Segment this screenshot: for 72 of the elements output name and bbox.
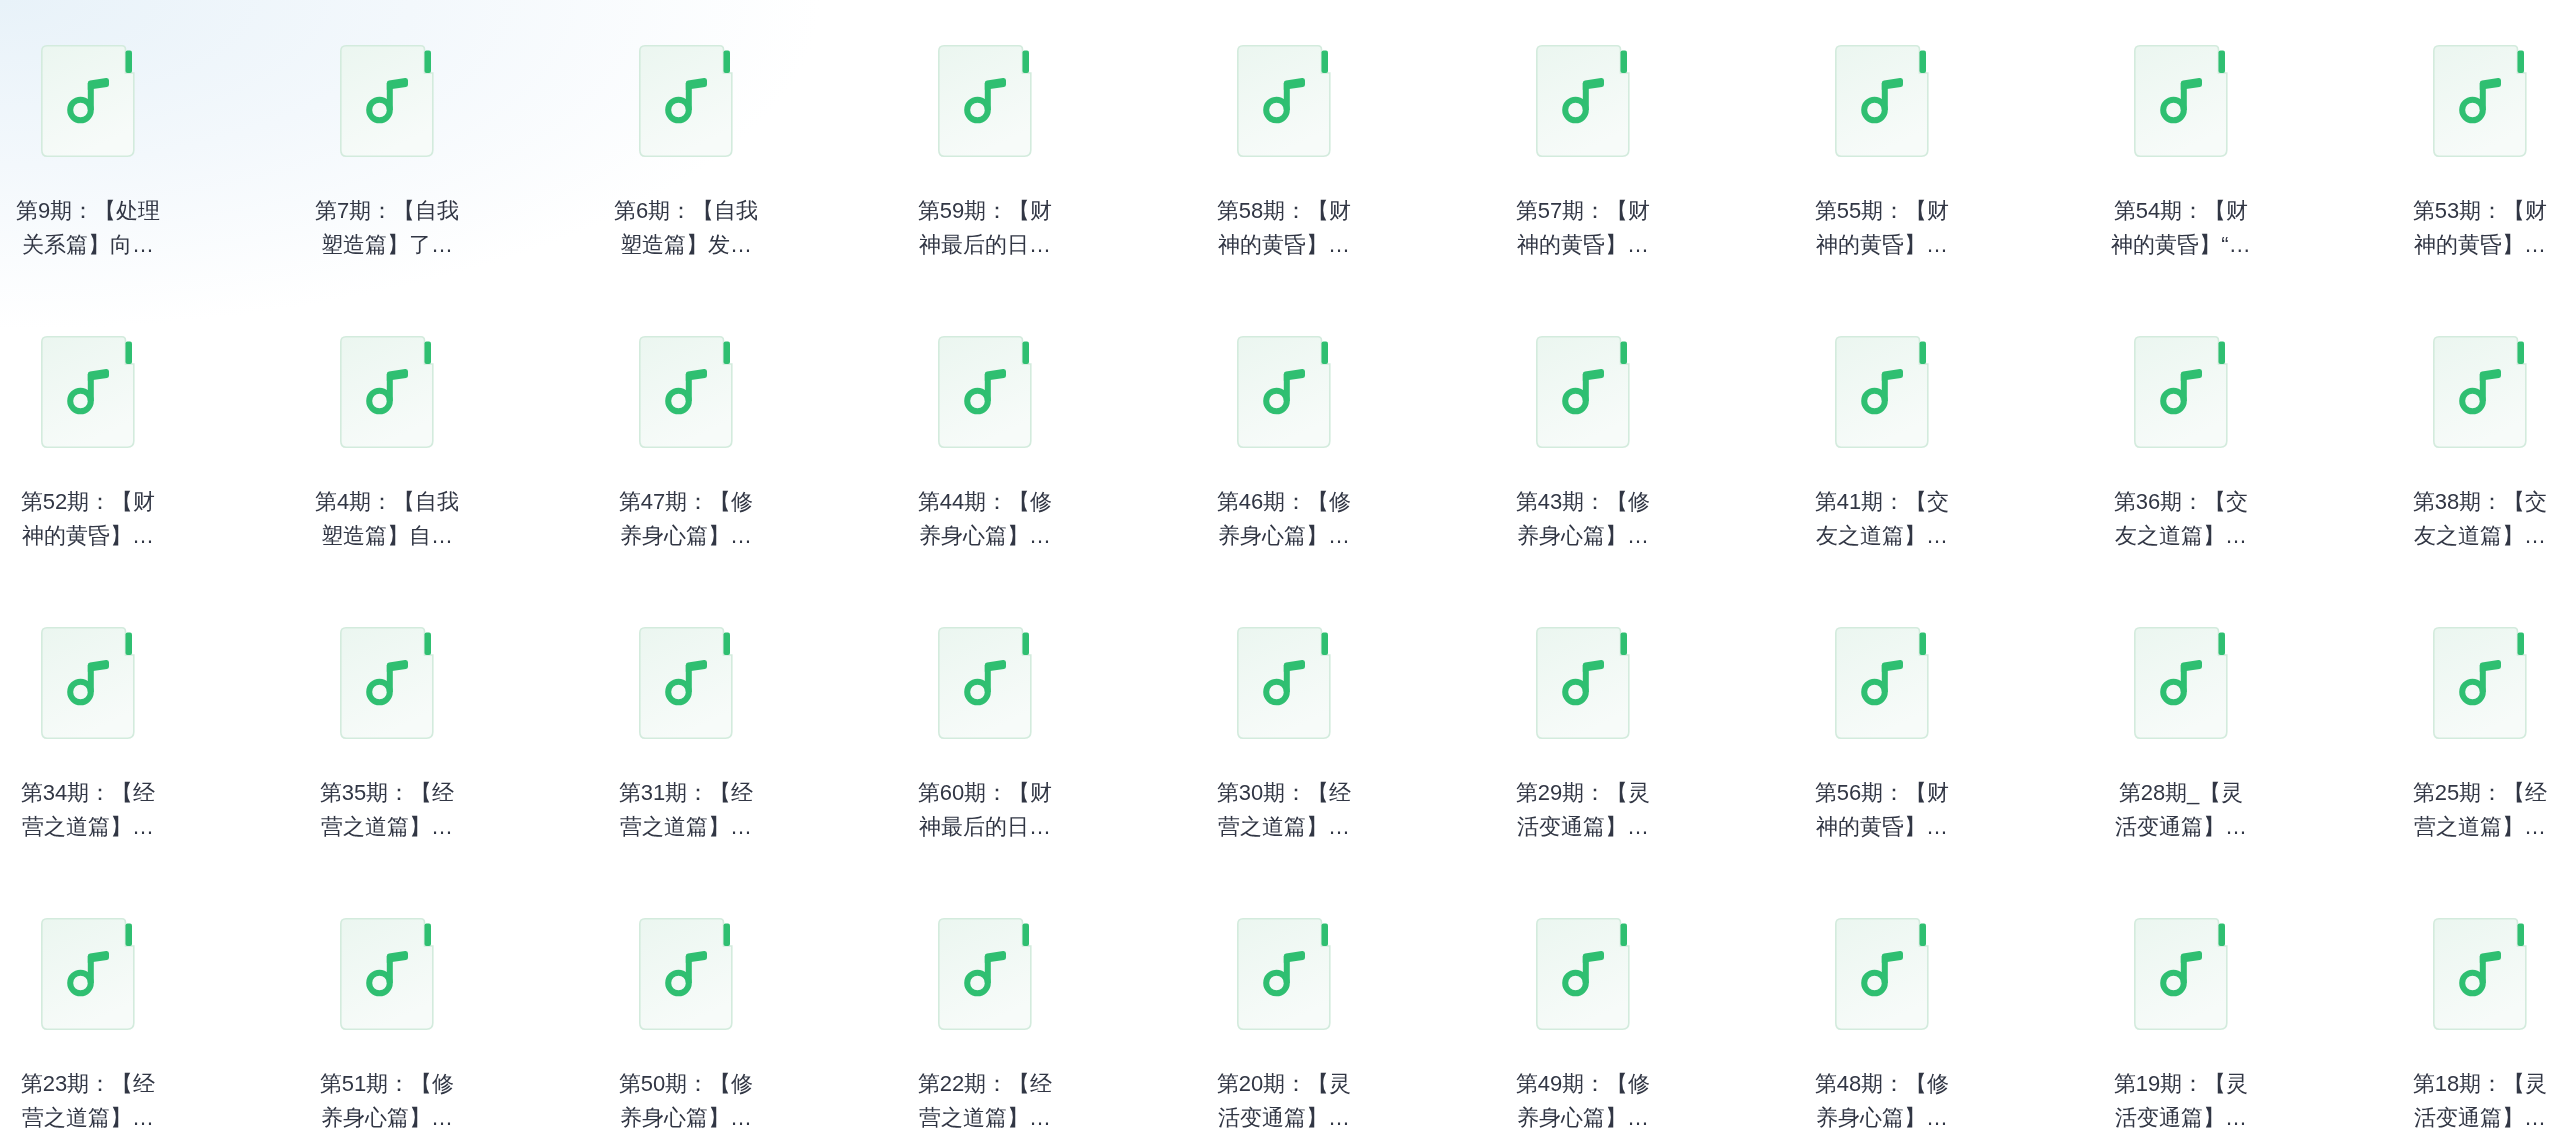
music-file-icon[interactable]	[2134, 627, 2228, 739]
file-name[interactable]: 第54期：【财神的黄昏】“…	[2108, 194, 2254, 262]
file-name[interactable]: 第43期：【修养身心篇】…	[1510, 485, 1656, 553]
music-file-icon[interactable]	[938, 336, 1032, 448]
music-file-icon[interactable]	[41, 918, 135, 1030]
file-name[interactable]: 第50期：【修养身心篇】…	[613, 1067, 759, 1135]
music-file-icon[interactable]	[1237, 336, 1331, 448]
music-file-icon[interactable]	[2134, 45, 2228, 157]
file-name[interactable]: 第25期：【经营之道篇】…	[2407, 776, 2553, 844]
music-file-icon[interactable]	[340, 918, 434, 1030]
file-name[interactable]: 第31期：【经营之道篇】…	[613, 776, 759, 844]
file-name[interactable]: 第51期：【修养身心篇】…	[314, 1067, 460, 1135]
file-name[interactable]: 第47期：【修养身心篇】…	[613, 485, 759, 553]
file-name[interactable]: 第38期：【交友之道篇】…	[2407, 485, 2553, 553]
file-name[interactable]: 第18期：【灵活变通篇】…	[2407, 1067, 2553, 1135]
file-name[interactable]: 第30期：【经营之道篇】…	[1211, 776, 1357, 844]
music-file-icon[interactable]	[1237, 45, 1331, 157]
music-file-icon[interactable]	[1237, 627, 1331, 739]
music-file-icon[interactable]	[639, 918, 733, 1030]
music-file-icon[interactable]	[2134, 918, 2228, 1030]
music-file-icon[interactable]	[639, 627, 733, 739]
file-name[interactable]: 第29期：【灵活变通篇】…	[1510, 776, 1656, 844]
music-file-icon[interactable]	[1536, 627, 1630, 739]
file-name[interactable]: 第19期：【灵活变通篇】…	[2108, 1067, 2254, 1135]
file-name[interactable]: 第41期：【交友之道篇】…	[1809, 485, 1955, 553]
file-name[interactable]: 第55期：【财神的黄昏】…	[1809, 194, 1955, 262]
file-name[interactable]: 第28期_【灵活变通篇】…	[2108, 776, 2254, 844]
music-file-icon[interactable]	[2433, 45, 2527, 157]
file-name[interactable]: 第20期：【灵活变通篇】…	[1211, 1067, 1357, 1135]
file-name[interactable]: 第22期：【经营之道篇】…	[912, 1067, 1058, 1135]
music-file-icon[interactable]	[41, 45, 135, 157]
music-file-icon[interactable]	[2134, 336, 2228, 448]
music-file-icon[interactable]	[340, 627, 434, 739]
music-file-icon[interactable]	[938, 627, 1032, 739]
file-name[interactable]: 第44期：【修养身心篇】…	[912, 485, 1058, 553]
music-file-icon[interactable]	[938, 918, 1032, 1030]
file-name[interactable]: 第46期：【修养身心篇】…	[1211, 485, 1357, 553]
file-name[interactable]: 第36期：【交友之道篇】…	[2108, 485, 2254, 553]
file-name[interactable]: 第7期：【自我塑造篇】了…	[314, 194, 460, 262]
music-file-icon[interactable]	[1835, 45, 1929, 157]
music-file-icon[interactable]	[1237, 918, 1331, 1030]
file-name[interactable]: 第23期：【经营之道篇】…	[15, 1067, 161, 1135]
music-file-icon[interactable]	[639, 45, 733, 157]
file-name[interactable]: 第6期：【自我塑造篇】发…	[613, 194, 759, 262]
file-name[interactable]: 第58期：【财神的黄昏】…	[1211, 194, 1357, 262]
music-file-icon[interactable]	[1536, 336, 1630, 448]
music-file-icon[interactable]	[2433, 627, 2527, 739]
music-file-icon[interactable]	[2433, 336, 2527, 448]
file-name[interactable]: 第9期：【处理关系篇】向…	[15, 194, 161, 262]
music-file-icon[interactable]	[41, 336, 135, 448]
music-file-icon[interactable]	[1835, 918, 1929, 1030]
file-name[interactable]: 第60期：【财神最后的日…	[912, 776, 1058, 844]
file-name[interactable]: 第52期：【财神的黄昏】…	[15, 485, 161, 553]
music-file-icon[interactable]	[1835, 336, 1929, 448]
file-name[interactable]: 第48期：【修养身心篇】…	[1809, 1067, 1955, 1135]
music-file-icon[interactable]	[639, 336, 733, 448]
music-file-icon[interactable]	[1835, 627, 1929, 739]
music-file-icon[interactable]	[41, 627, 135, 739]
music-file-icon[interactable]	[2433, 918, 2527, 1030]
file-name[interactable]: 第56期：【财神的黄昏】…	[1809, 776, 1955, 844]
music-file-icon[interactable]	[340, 45, 434, 157]
file-name[interactable]: 第34期：【经营之道篇】…	[15, 776, 161, 844]
music-file-icon[interactable]	[340, 336, 434, 448]
music-file-icon[interactable]	[1536, 918, 1630, 1030]
file-name[interactable]: 第59期：【财神最后的日…	[912, 194, 1058, 262]
music-file-icon[interactable]	[938, 45, 1032, 157]
file-name[interactable]: 第53期：【财神的黄昏】…	[2407, 194, 2553, 262]
file-name[interactable]: 第35期：【经营之道篇】…	[314, 776, 460, 844]
music-file-icon[interactable]	[1536, 45, 1630, 157]
file-name[interactable]: 第4期：【自我塑造篇】自…	[314, 485, 460, 553]
file-name[interactable]: 第57期：【财神的黄昏】…	[1510, 194, 1656, 262]
file-name[interactable]: 第49期：【修养身心篇】…	[1510, 1067, 1656, 1135]
